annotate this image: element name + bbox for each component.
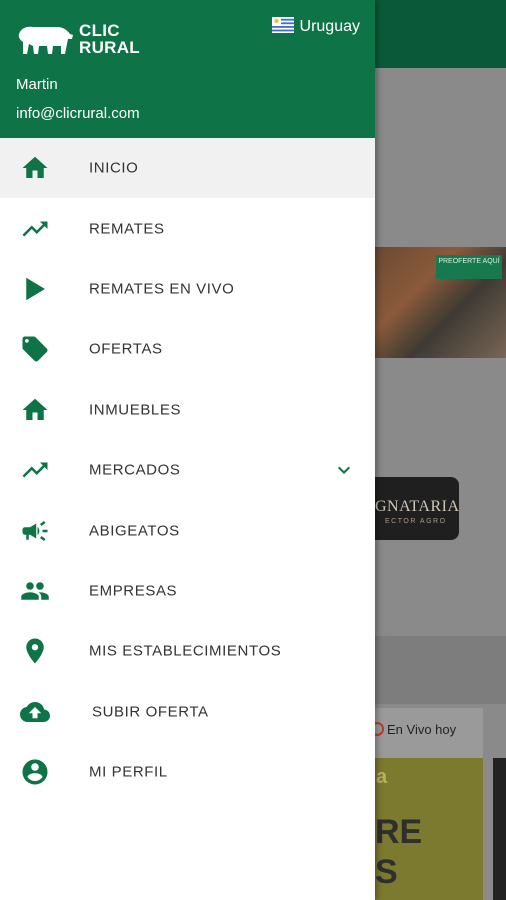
menu-item-label: INICIO — [89, 159, 139, 177]
chevron-down-icon[interactable] — [332, 458, 356, 482]
background-live-label: En Vivo hoy — [370, 722, 456, 737]
tag-icon — [20, 334, 50, 364]
menu-item-label: INMUEBLES — [89, 401, 182, 419]
cow-logo-icon — [18, 26, 74, 54]
cloud-upload-icon — [20, 697, 50, 727]
home-icon — [20, 153, 50, 183]
menu-item-abigeatos[interactable]: ABIGEATOS — [0, 500, 375, 560]
menu-item-remates-en-vivo[interactable]: REMATES EN VIVO — [0, 259, 375, 319]
menu-item-mis-establecimientos[interactable]: MIS ESTABLECIMIENTOS — [0, 621, 375, 681]
background-card-text: a — [376, 766, 388, 788]
menu-item-label: REMATES — [89, 220, 165, 238]
menu-item-label: SUBIR OFERTA — [92, 703, 209, 721]
menu-item-label: ABIGEATOS — [89, 522, 180, 540]
home-icon — [20, 395, 50, 425]
play-icon — [20, 274, 50, 304]
menu-item-inicio[interactable]: INICIO — [0, 138, 375, 199]
menu-item-label: OFERTAS — [89, 340, 163, 358]
menu-item-inmuebles[interactable]: INMUEBLES — [0, 380, 375, 440]
menu-item-ofertas[interactable]: OFERTAS — [0, 319, 375, 379]
megaphone-icon — [20, 516, 50, 546]
people-icon — [20, 576, 50, 606]
user-name: Martin — [16, 76, 58, 93]
background-card-edge — [493, 758, 506, 900]
menu-item-label: MERCADOS — [89, 461, 181, 479]
logo-line-1: CLIC — [79, 21, 120, 40]
menu-item-label: MIS ESTABLECIMIENTOS — [89, 642, 282, 660]
app-logo[interactable]: CLIC RURAL — [17, 20, 141, 60]
menu-item-mercados[interactable]: MERCADOS — [0, 440, 375, 500]
drawer-header: CLIC RURAL Uruguay Martin info@clicrural… — [0, 0, 375, 138]
menu-item-empresas[interactable]: EMPRESAS — [0, 561, 375, 621]
logo-line-2: RURAL — [79, 38, 140, 57]
background-live-text: En Vivo hoy — [387, 722, 457, 737]
menu-item-subir-oferta[interactable]: SUBIR OFERTA — [0, 682, 375, 742]
menu-item-label: REMATES EN VIVO — [89, 280, 235, 298]
menu-item-label: EMPRESAS — [89, 582, 178, 600]
background-sponsor-text: GNATARIA — [375, 498, 460, 515]
logo-wordmark: CLIC RURAL — [79, 22, 140, 56]
user-email: info@clicrural.com — [16, 105, 140, 122]
background-card-big-text: RE S — [375, 813, 423, 891]
background-banner-badge: PREOFERTE AQUÍ — [436, 255, 502, 279]
drawer-menu: INICIO REMATES REMATES EN VIVO OFERTAS I — [0, 138, 375, 802]
trending-up-icon — [20, 455, 50, 485]
country-selector[interactable]: Uruguay — [271, 17, 360, 36]
location-pin-icon — [20, 636, 50, 666]
background-strip — [375, 636, 506, 704]
background-sponsor-subtext: ECTOR AGRO — [385, 518, 447, 525]
trending-up-icon — [20, 214, 50, 244]
menu-item-mi-perfil[interactable]: MI PERFIL — [0, 742, 375, 802]
menu-item-label: MI PERFIL — [89, 763, 168, 781]
menu-item-remates[interactable]: REMATES — [0, 198, 375, 258]
uruguay-flag-icon — [271, 17, 294, 33]
account-circle-icon — [20, 757, 50, 787]
navigation-drawer: CLIC RURAL Uruguay Martin info@clicrural… — [0, 0, 375, 900]
country-label: Uruguay — [299, 18, 360, 35]
